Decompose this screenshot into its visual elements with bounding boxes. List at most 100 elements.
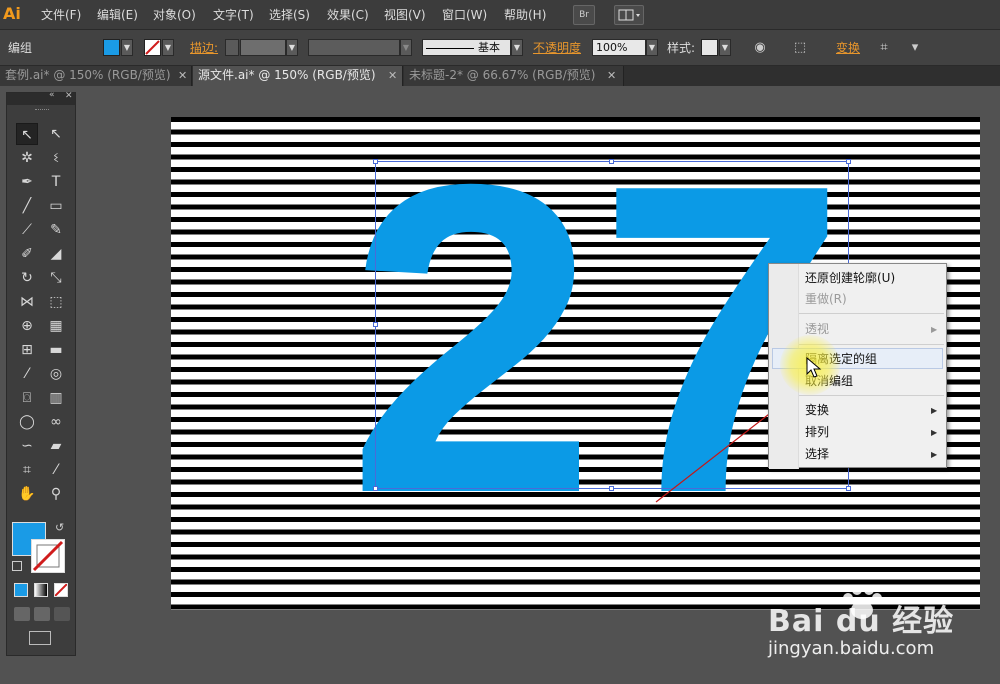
menu-effect[interactable]: 效果(C) — [327, 6, 369, 24]
stroke-label[interactable]: 描边: — [190, 40, 218, 56]
blob-brush-tool-icon[interactable]: ✐ — [16, 243, 38, 265]
arrange-documents-icon — [618, 9, 640, 21]
zoom-tool-icon[interactable]: ⚲ — [45, 483, 67, 505]
menu-item-undo-create-outlines[interactable]: 还原创建轮廓(U) — [805, 268, 895, 288]
variable-width-dropdown[interactable]: ▼ — [400, 39, 412, 56]
lasso-tool-icon[interactable]: ଽ — [45, 147, 67, 169]
tab-close-icon[interactable]: ✕ — [607, 69, 616, 82]
rotate-tool-icon[interactable]: ↻ — [16, 267, 38, 289]
handle-bottom-center[interactable] — [609, 486, 614, 491]
align-icon[interactable]: ⬚ — [790, 38, 810, 58]
type-tool-icon[interactable]: T — [45, 171, 67, 193]
tab-close-icon[interactable]: ✕ — [178, 69, 187, 82]
magic-wand-tool-icon[interactable]: ✲ — [16, 147, 38, 169]
color-mode-icon[interactable] — [14, 583, 28, 597]
handle-top-left[interactable] — [373, 159, 378, 164]
crop-artboard-tool-icon[interactable]: ⌗ — [16, 459, 38, 481]
menu-view[interactable]: 视图(V) — [384, 6, 426, 24]
eraser-tool-icon[interactable]: ◢ — [45, 243, 67, 265]
menu-window[interactable]: 窗口(W) — [442, 6, 487, 24]
draw-normal-icon[interactable] — [14, 607, 30, 621]
stroke-weight-dropdown[interactable]: ▼ — [286, 39, 298, 56]
fill-dropdown[interactable]: ▼ — [121, 39, 133, 56]
recolor-artwork-icon[interactable]: ◉ — [750, 38, 770, 58]
panel-menu-icon[interactable]: ▾ — [905, 38, 925, 58]
paintbrush-tool-icon[interactable]: ⟋ — [16, 219, 38, 241]
close-icon[interactable]: ✕ — [65, 91, 73, 101]
arrange-documents-button[interactable] — [614, 5, 644, 25]
menu-item-transform[interactable]: 变换 — [805, 400, 829, 420]
menu-object[interactable]: 对象(O) — [153, 6, 196, 24]
opacity-dropdown[interactable]: ▼ — [646, 39, 658, 56]
mesh-tool-icon[interactable]: ⊞ — [16, 339, 38, 361]
draw-inside-icon[interactable] — [54, 607, 70, 621]
blend-tool-icon[interactable]: ◎ — [45, 363, 67, 385]
scale-tool-icon[interactable]: ⤡ — [45, 267, 67, 289]
shape-builder-tool-icon[interactable]: ⊕ — [16, 315, 38, 337]
menu-type[interactable]: 文字(T) — [213, 6, 254, 24]
fill-swatch[interactable] — [103, 39, 120, 56]
artboard-tool-icon[interactable]: ◯ — [16, 411, 38, 433]
stroke-line-preview — [426, 47, 474, 49]
none-mode-icon[interactable] — [54, 583, 68, 597]
stroke-weight-field[interactable] — [240, 39, 286, 56]
menu-item-redo[interactable]: 重做(R) — [805, 289, 847, 309]
collapse-icon[interactable]: « — [49, 90, 55, 100]
pen-tool-icon[interactable]: ✒ — [16, 171, 38, 193]
tab-document-3[interactable]: 未标题-2* @ 66.67% (RGB/预览) — [404, 66, 624, 86]
perspective-grid-tool-icon[interactable]: ▦ — [45, 315, 67, 337]
handle-bottom-right[interactable] — [846, 486, 851, 491]
pencil-tool-icon[interactable]: ✎ — [45, 219, 67, 241]
paw-icon — [843, 585, 882, 619]
direct-selection-tool-icon[interactable]: ↖ — [45, 123, 67, 145]
stroke-swatch[interactable] — [144, 39, 161, 56]
opacity-input[interactable]: 100% — [592, 39, 646, 56]
stroke-color-icon[interactable] — [31, 539, 65, 573]
menu-item-select[interactable]: 选择 — [805, 444, 829, 464]
tab-close-icon[interactable]: ✕ — [388, 69, 397, 82]
width-tool-icon[interactable]: ⋈ — [16, 291, 38, 313]
graphic-style-dropdown[interactable]: ▼ — [719, 39, 731, 56]
handle-top-right[interactable] — [846, 159, 851, 164]
no-stroke-slash-icon — [32, 540, 64, 572]
variable-width-field[interactable] — [308, 39, 400, 56]
screen-mode-icon[interactable] — [29, 631, 51, 645]
menu-edit[interactable]: 编辑(E) — [97, 6, 138, 24]
brush-style-dropdown[interactable]: ▼ — [511, 39, 523, 56]
symbol-sprayer-tool-icon[interactable]: ⌼ — [16, 387, 38, 409]
isolate-group-icon[interactable]: ⌗ — [874, 38, 894, 58]
handle-bottom-left[interactable] — [373, 486, 378, 491]
brush-style-field[interactable]: 基本 — [422, 39, 511, 56]
slice-tool-icon[interactable]: ∞ — [45, 411, 67, 433]
tab-document-1[interactable]: 套例.ai* @ 150% (RGB/预览) — [0, 66, 192, 86]
line-tool-icon[interactable]: ╱ — [16, 195, 38, 217]
gradient-tool-icon[interactable]: ▬ — [45, 339, 67, 361]
hand-tool-icon[interactable]: ✋ — [16, 483, 38, 505]
scissors-tool-icon[interactable]: ∽ — [16, 435, 38, 457]
handle-top-center[interactable] — [609, 159, 614, 164]
eyedropper-tool-icon[interactable]: ⁄ — [16, 363, 38, 385]
default-colors-icon[interactable] — [12, 561, 22, 571]
swap-colors-icon[interactable]: ↺ — [55, 521, 64, 534]
menu-item-arrange[interactable]: 排列 — [805, 422, 829, 442]
selection-tool-icon[interactable]: ↖ — [16, 123, 38, 145]
opacity-label[interactable]: 不透明度 — [533, 40, 581, 56]
bridge-button[interactable]: Br — [573, 5, 595, 25]
column-graph-tool-icon[interactable]: ▥ — [45, 387, 67, 409]
stroke-dropdown[interactable]: ▼ — [162, 39, 174, 56]
rectangle-tool-icon[interactable]: ▭ — [45, 195, 67, 217]
tab-label: 未标题-2* @ 66.67% (RGB/预览) — [409, 68, 596, 82]
knife-tool-icon[interactable]: ⁄ — [45, 459, 67, 481]
graphic-style-swatch[interactable] — [701, 39, 718, 56]
handle-middle-left[interactable] — [373, 322, 378, 327]
live-paint-tool-icon[interactable]: ▰ — [45, 435, 67, 457]
menu-file[interactable]: 文件(F) — [41, 6, 81, 24]
stroke-weight-stepper[interactable] — [225, 39, 239, 56]
transform-link[interactable]: 变换 — [836, 40, 860, 56]
free-transform-tool-icon[interactable]: ⬚ — [45, 291, 67, 313]
draw-behind-icon[interactable] — [34, 607, 50, 621]
tab-document-2[interactable]: 源文件.ai* @ 150% (RGB/预览) — [193, 66, 403, 86]
gradient-mode-icon[interactable] — [34, 583, 48, 597]
menu-help[interactable]: 帮助(H) — [504, 6, 546, 24]
menu-select[interactable]: 选择(S) — [269, 6, 310, 24]
